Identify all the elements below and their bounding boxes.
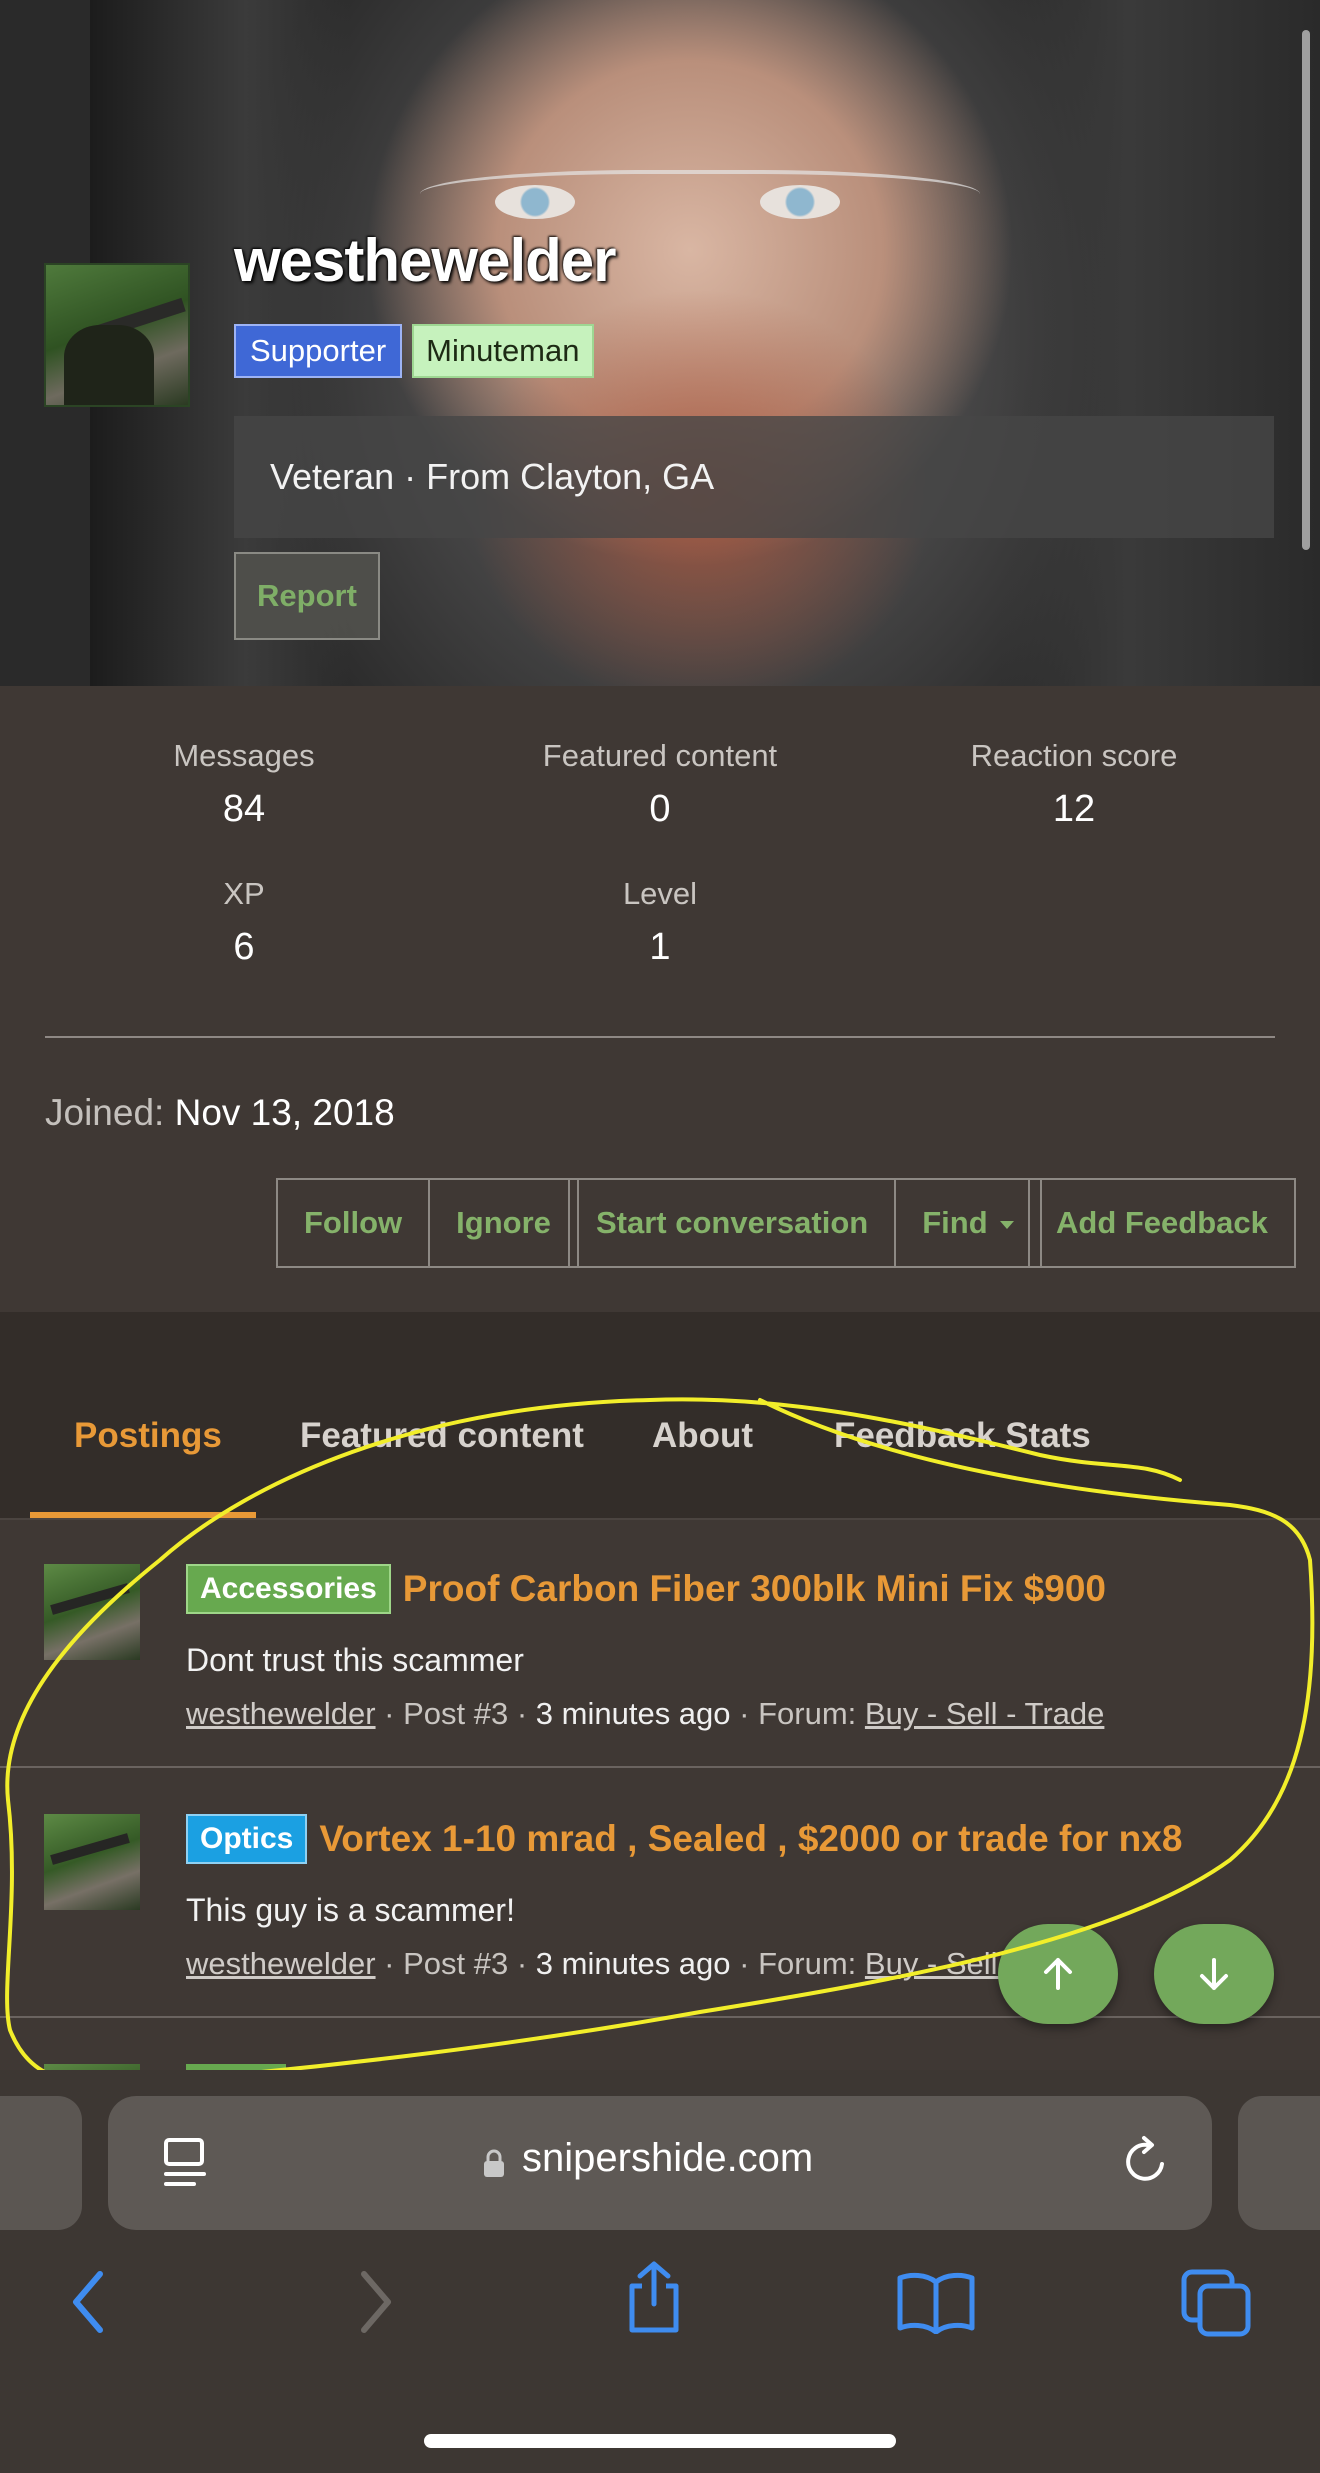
browser-toolbar: snipershide.com [0, 2070, 1320, 2473]
minuteman-badge: Minuteman [412, 324, 594, 378]
post-avatar[interactable] [44, 1814, 140, 1910]
stat-reaction-score[interactable]: Reaction score 12 [874, 738, 1274, 831]
joined-label: Joined: [45, 1092, 165, 1133]
stat-value: 12 [1052, 788, 1096, 830]
back-arrow-icon[interactable] [66, 2268, 110, 2336]
find-dropdown-button[interactable]: Find [894, 1180, 1039, 1266]
tab-about[interactable]: About [652, 1416, 753, 1456]
share-icon[interactable] [622, 2260, 686, 2336]
stat-value: 6 [233, 926, 255, 968]
stat-label: Reaction score [970, 738, 1178, 773]
supporter-badge: Supporter [234, 324, 403, 378]
conversation-find-group: Start conversation Find [568, 1178, 1042, 1268]
feedback-group: Add Feedback [1028, 1178, 1296, 1268]
user-tagline: Veteran · From Clayton, GA [234, 416, 1274, 538]
previous-tab-preview[interactable] [0, 2096, 82, 2230]
tabs-icon[interactable] [1180, 2268, 1252, 2338]
stat-value: 84 [222, 788, 266, 830]
list-item[interactable]: Accessories Proof Carbon Fiber 300blk Mi… [0, 1520, 1320, 1768]
tab-feedback-stats[interactable]: Feedback Stats [834, 1416, 1091, 1456]
post-title-link[interactable]: Vortex 1-10 mrad , Sealed , $2000 or tra… [319, 1818, 1182, 1860]
stat-label: Messages [173, 738, 315, 773]
user-avatar[interactable] [44, 263, 190, 407]
home-indicator[interactable] [424, 2434, 896, 2448]
arrow-down-icon [1200, 1958, 1228, 1990]
next-tab-preview[interactable] [1238, 2096, 1320, 2230]
postings-list: Accessories Proof Carbon Fiber 300blk Mi… [0, 1520, 1320, 2070]
post-meta: westhewelder · Post #3 · 3 minutes ago ·… [186, 1696, 1105, 1731]
post-time: 3 minutes ago [535, 1696, 731, 1731]
post-snippet: Dont trust this scammer [186, 1642, 524, 1678]
arrow-up-icon [1044, 1958, 1072, 1990]
tab-featured-content[interactable]: Featured content [300, 1416, 584, 1456]
avatar-detail [64, 325, 154, 405]
forum-label: Forum: [758, 1696, 857, 1731]
caret-down-icon [999, 1220, 1014, 1229]
lock-icon [484, 2149, 504, 2177]
ignore-button[interactable]: Ignore [428, 1180, 577, 1266]
banner-photo-eye [495, 185, 575, 219]
divider [45, 1036, 1275, 1038]
follow-ignore-group: Follow Ignore [276, 1178, 579, 1268]
prefix-badge[interactable]: Accessories [186, 1564, 391, 1614]
profile-banner: westhewelder Supporter Minuteman Veteran… [0, 0, 1320, 686]
post-time: 3 minutes ago [535, 1946, 731, 1981]
profile-stats: Messages 84 Featured content 0 Reaction … [0, 686, 1320, 1312]
report-button[interactable]: Report [234, 552, 380, 640]
profile-tabs: Postings Featured content About Feedback… [0, 1312, 1320, 1520]
stat-label: XP [223, 876, 265, 911]
joined-date: Joined: Nov 13, 2018 [45, 1092, 395, 1134]
stat-label: Featured content [542, 738, 778, 773]
post-avatar[interactable] [44, 1564, 140, 1660]
stat-value: 0 [649, 788, 671, 830]
add-feedback-button[interactable]: Add Feedback [1030, 1180, 1294, 1266]
address-bar[interactable]: snipershide.com [108, 2096, 1212, 2230]
banner-photo-eye [760, 185, 840, 219]
post-title: Accessories Proof Carbon Fiber 300blk Mi… [186, 1564, 1106, 1614]
post-number: Post #3 [403, 1696, 509, 1731]
stat-value: 1 [649, 926, 671, 968]
reader-mode-icon[interactable] [160, 2136, 210, 2190]
author-link[interactable]: westhewelder [186, 1696, 376, 1731]
list-item[interactable]: Optics Vortex 1-10 mrad , Sealed , $2000… [0, 1770, 1320, 2018]
stat-featured-content[interactable]: Featured content 0 [460, 738, 860, 831]
avatar-detail [50, 1583, 130, 1615]
prefix-badge[interactable]: Optics [186, 1814, 308, 1864]
avatar-detail [50, 1833, 130, 1865]
forum-label: Forum: [758, 1946, 857, 1981]
post-meta: westhewelder · Post #3 · 3 minutes ago ·… [186, 1946, 1105, 1981]
post-title-link[interactable]: Proof Carbon Fiber 300blk Mini Fix $900 [403, 1568, 1106, 1610]
stat-xp: XP 6 [44, 876, 444, 969]
page-scrollbar[interactable] [1302, 30, 1310, 550]
post-number: Post #3 [403, 1946, 509, 1981]
post-snippet: This guy is a scammer! [186, 1892, 515, 1928]
banner-photo-hood-right [1000, 0, 1320, 686]
scroll-to-top-button[interactable] [998, 1924, 1118, 2024]
reload-icon[interactable] [1118, 2134, 1174, 2190]
forum-link[interactable]: Buy - Sell - Trade [865, 1696, 1104, 1731]
stat-messages[interactable]: Messages 84 [44, 738, 444, 831]
find-label: Find [922, 1205, 988, 1240]
stat-label: Level [622, 876, 698, 911]
bookmarks-icon[interactable] [896, 2270, 976, 2334]
start-conversation-button[interactable]: Start conversation [570, 1180, 894, 1266]
author-link[interactable]: westhewelder [186, 1946, 376, 1981]
tab-postings[interactable]: Postings [74, 1416, 222, 1456]
forward-arrow-icon[interactable] [354, 2268, 398, 2336]
post-title: Optics Vortex 1-10 mrad , Sealed , $2000… [186, 1814, 1182, 1864]
username: westhewelder [234, 227, 616, 294]
url-text[interactable]: snipershide.com [522, 2136, 813, 2181]
scroll-to-bottom-button[interactable] [1154, 1924, 1274, 2024]
follow-button[interactable]: Follow [278, 1180, 428, 1266]
joined-value: Nov 13, 2018 [174, 1092, 395, 1133]
stat-level: Level 1 [460, 876, 860, 969]
user-badges: Supporter Minuteman [234, 324, 594, 378]
